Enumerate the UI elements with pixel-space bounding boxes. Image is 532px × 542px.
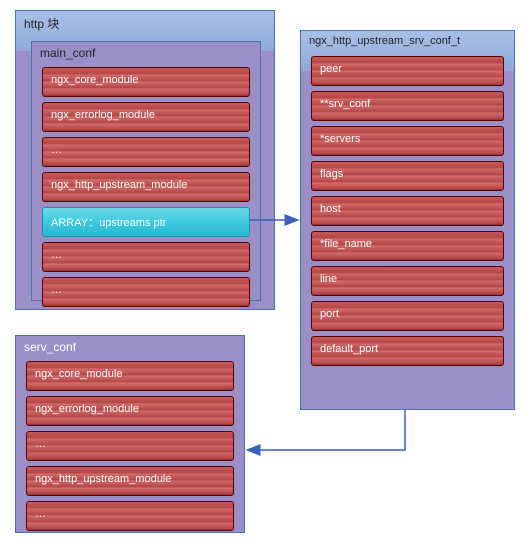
- main-conf-item: …: [42, 277, 250, 307]
- serv-conf-item: ngx_errorlog_module: [26, 396, 234, 426]
- main-conf-title: main_conf: [32, 42, 260, 64]
- main-conf-item: ngx_errorlog_module: [42, 102, 250, 132]
- upstream-field: **srv_conf: [311, 91, 504, 121]
- main-conf-item: ngx_http_upstream_module: [42, 172, 250, 202]
- main-conf-item: …: [42, 242, 250, 272]
- main-conf-item: ngx_core_module: [42, 67, 250, 97]
- main-conf-item-highlight: ARRAY：upstreams ptr: [42, 207, 250, 237]
- main-conf-box: main_conf ngx_core_module ngx_errorlog_m…: [31, 41, 261, 301]
- http-block-box: http 块 main_conf ngx_core_module ngx_err…: [15, 10, 275, 310]
- serv-conf-list: ngx_core_module ngx_errorlog_module … ng…: [26, 361, 234, 536]
- upstream-field: port: [311, 301, 504, 331]
- serv-conf-item: …: [26, 501, 234, 531]
- serv-conf-item: ngx_core_module: [26, 361, 234, 391]
- upstream-field: *servers: [311, 126, 504, 156]
- upstream-field: peer: [311, 56, 504, 86]
- upstream-srv-conf-list: peer **srv_conf *servers flags host *fil…: [311, 56, 504, 371]
- upstream-field: host: [311, 196, 504, 226]
- upstream-field: *file_name: [311, 231, 504, 261]
- main-conf-list: ngx_core_module ngx_errorlog_module … ng…: [42, 67, 250, 312]
- upstream-srv-conf-box: ngx_http_upstream_srv_conf_t peer **srv_…: [300, 30, 515, 410]
- http-block-title: http 块: [16, 11, 274, 36]
- arrow-srvconf-back: [247, 410, 405, 450]
- serv-conf-box: serv_conf ngx_core_module ngx_errorlog_m…: [15, 335, 245, 533]
- main-conf-item: …: [42, 137, 250, 167]
- upstream-field: default_port: [311, 336, 504, 366]
- serv-conf-item: ngx_http_upstream_module: [26, 466, 234, 496]
- upstream-field: line: [311, 266, 504, 296]
- serv-conf-title: serv_conf: [16, 336, 244, 358]
- upstream-srv-conf-title: ngx_http_upstream_srv_conf_t: [301, 31, 514, 51]
- upstream-field: flags: [311, 161, 504, 191]
- serv-conf-item: …: [26, 431, 234, 461]
